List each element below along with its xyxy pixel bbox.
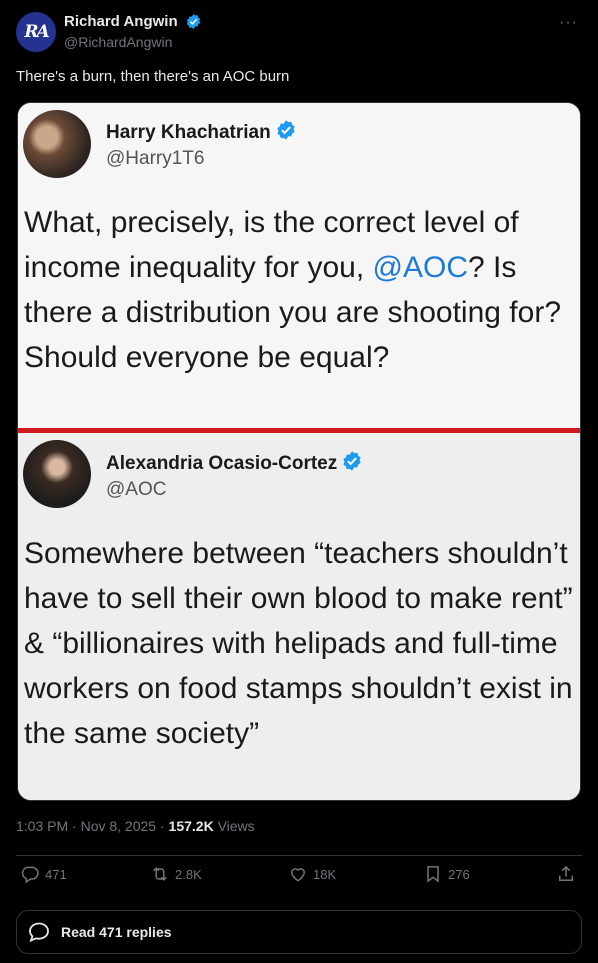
tweet-meta: 1:03 PM · Nov 8, 2025 · 157.2K Views [16,818,255,834]
reply-count: 471 [45,866,67,882]
read-replies-button[interactable]: Read 471 replies [16,910,582,954]
views-count: 157.2K [168,818,214,834]
tweet-media-image[interactable]: Harry Khachatrian @Harry1T6 What, precis… [17,102,581,801]
like-count: 18K [313,866,337,882]
verified-badge-icon [186,14,201,30]
aoc-quote-text: Somewhere between “teachers shouldn’t ha… [24,537,573,750]
aoc-mention: @AOC [372,251,468,284]
aoc-verified-icon [343,451,361,471]
harry-handle: @Harry1T6 [106,148,205,169]
divider-top [16,855,582,856]
repost-count: 2.8K [175,866,202,882]
views-label: Views [213,818,255,834]
reply-icon [21,866,39,884]
tweet-header: RA Richard Angwin @RichardAngwin ··· [16,10,582,54]
author-display-name[interactable]: Richard Angwin [64,13,178,30]
author-name-block: Richard Angwin @RichardAngwin [64,13,202,50]
like-button[interactable]: 18K [288,864,336,884]
bookmark-icon [427,866,439,883]
harry-verified-icon [277,120,295,140]
author-handle[interactable]: @RichardAngwin [64,34,202,50]
tweet-text: There's a burn, then there's an AOC burn [16,68,290,85]
author-avatar[interactable]: RA [16,12,56,52]
repost-icon [153,867,167,881]
share-icon [559,865,573,881]
share-button[interactable] [556,864,576,884]
aoc-handle: @AOC [106,479,167,500]
aoc-name-row: Alexandria Ocasio-Cortez [106,450,363,475]
heart-icon [290,868,306,882]
action-bar: 471 2.8K 18K 276 [16,864,582,892]
quote-card-aoc: Alexandria Ocasio-Cortez @AOC Somewhere … [18,433,580,800]
harry-name: Harry Khachatrian [106,122,271,143]
reply-button[interactable]: 471 [20,864,67,884]
repost-button[interactable]: 2.8K [150,864,202,884]
bookmark-button[interactable]: 276 [423,864,470,884]
timestamp[interactable]: 1:03 PM · Nov 8, 2025 · [16,818,169,834]
harry-avatar [23,110,91,178]
quote-card-harry: Harry Khachatrian @Harry1T6 What, precis… [18,103,580,429]
harry-quote-text: What, precisely, is the correct level of… [24,200,576,380]
more-icon[interactable]: ··· [559,14,578,32]
harry-name-row: Harry Khachatrian [106,119,297,144]
read-replies-label: Read 471 replies [61,924,172,940]
speech-bubble-icon [29,922,49,943]
aoc-avatar [23,440,91,508]
bookmark-count: 276 [448,866,470,882]
aoc-name: Alexandria Ocasio-Cortez [106,453,338,474]
